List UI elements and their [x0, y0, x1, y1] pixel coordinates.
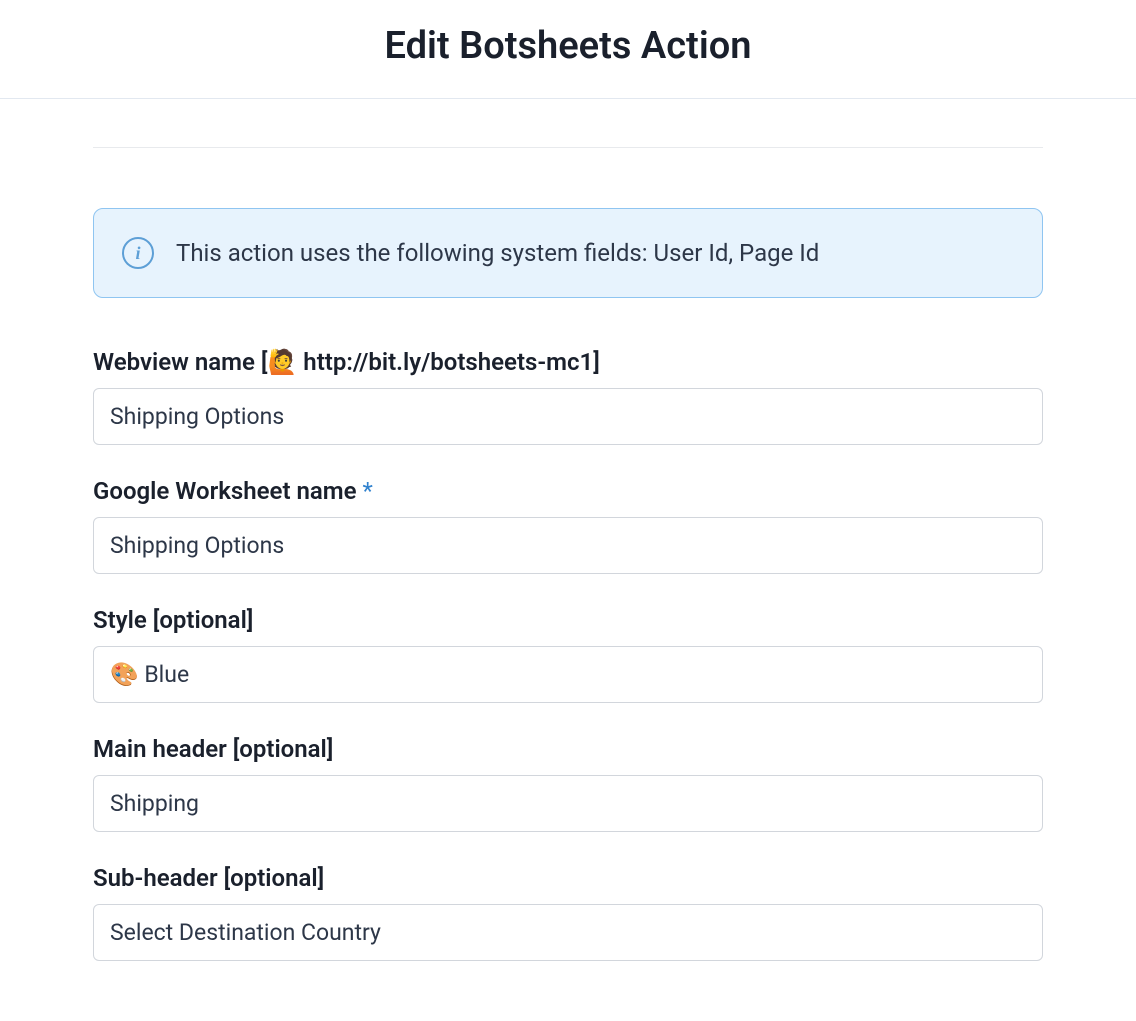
worksheet-name-label-text: Google Worksheet name: [93, 477, 357, 505]
info-banner-text: This action uses the following system fi…: [176, 239, 819, 267]
worksheet-name-input[interactable]: [93, 517, 1043, 574]
form-group-worksheet-name: Google Worksheet name *: [93, 477, 1043, 574]
content-wrapper: i This action uses the following system …: [48, 147, 1088, 1013]
page-title: Edit Botsheets Action: [0, 24, 1136, 68]
main-header-label: Main header [optional]: [93, 735, 1043, 763]
page-header: Edit Botsheets Action: [0, 0, 1136, 99]
style-select-wrapper: [93, 646, 1043, 703]
form-group-sub-header: Sub-header [optional]: [93, 864, 1043, 961]
webview-name-label: Webview name [🙋 http://bit.ly/botsheets-…: [93, 348, 1043, 376]
sub-header-label: Sub-header [optional]: [93, 864, 1043, 892]
style-select[interactable]: [93, 646, 1043, 703]
info-icon: i: [122, 237, 154, 269]
form-group-main-header: Main header [optional]: [93, 735, 1043, 832]
required-indicator: *: [363, 477, 373, 505]
info-banner: i This action uses the following system …: [93, 208, 1043, 298]
form-group-webview-name: Webview name [🙋 http://bit.ly/botsheets-…: [93, 348, 1043, 445]
form-group-style: Style [optional]: [93, 606, 1043, 703]
worksheet-name-label: Google Worksheet name *: [93, 477, 1043, 505]
form-container: i This action uses the following system …: [93, 148, 1043, 1013]
style-label: Style [optional]: [93, 606, 1043, 634]
sub-header-input[interactable]: [93, 904, 1043, 961]
webview-name-input[interactable]: [93, 388, 1043, 445]
main-header-input[interactable]: [93, 775, 1043, 832]
